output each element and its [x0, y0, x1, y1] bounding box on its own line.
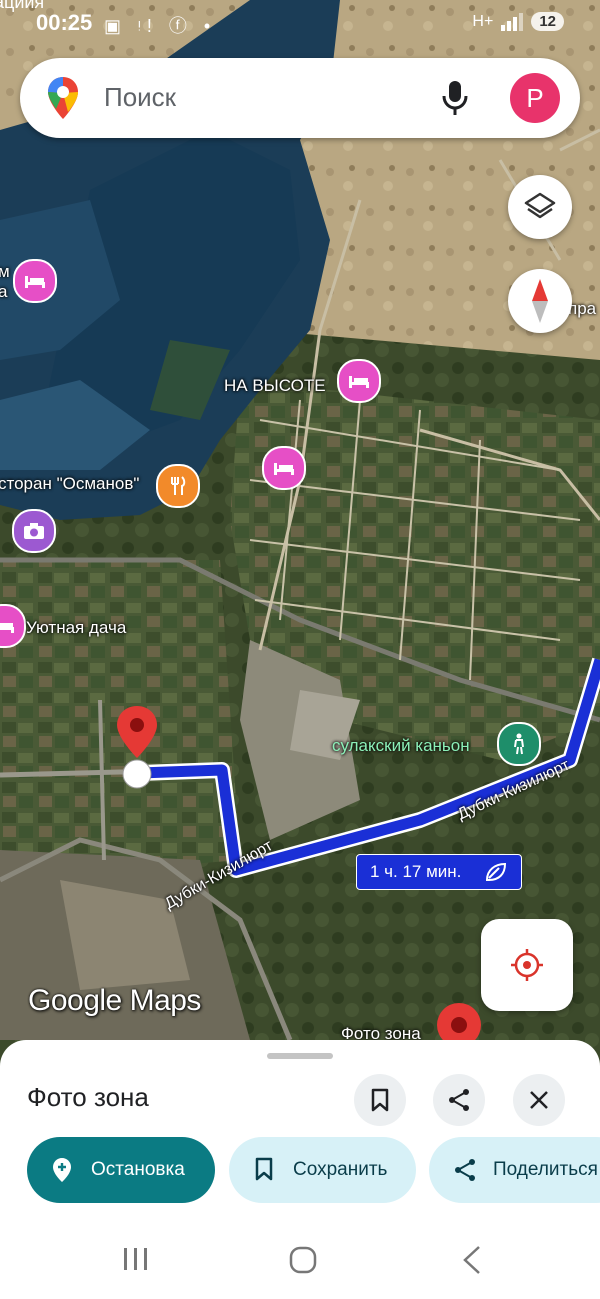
save-button[interactable]: Сохранить	[229, 1137, 416, 1203]
add-stop-label: Остановка	[91, 1159, 185, 1180]
layers-button[interactable]	[508, 175, 572, 239]
share-pill-button[interactable]: Поделиться	[429, 1137, 600, 1203]
avatar[interactable]: P	[510, 73, 560, 123]
share-button[interactable]	[433, 1074, 485, 1126]
map-edge-label: а	[0, 282, 8, 301]
google-maps-logo: Google Maps	[28, 984, 201, 1017]
restaurant-pin[interactable]	[156, 464, 200, 508]
place-label-restaurant: сторан "Османов"	[0, 474, 140, 493]
sheet-drag-handle[interactable]	[267, 1053, 333, 1059]
place-title: Фото зона	[27, 1082, 149, 1112]
place-label-uyutnaya-dacha: Уютная дача	[26, 618, 127, 637]
map-edge-label: м	[0, 262, 10, 281]
add-stop-button[interactable]: Остановка	[27, 1137, 215, 1203]
bed-icon	[274, 463, 294, 475]
bed-icon	[349, 376, 369, 388]
my-location-button[interactable]	[481, 919, 573, 1011]
map-edge-label: пра	[568, 299, 597, 318]
status-right: H+ 12	[472, 12, 564, 31]
eco-leaf-icon	[485, 862, 507, 881]
hotel-pin[interactable]	[13, 259, 57, 303]
share-icon	[455, 1159, 475, 1181]
back-icon[interactable]	[461, 1245, 483, 1275]
bed-icon	[25, 276, 45, 288]
layers-icon	[524, 192, 556, 219]
battery-icon: 12	[531, 12, 564, 31]
bookmark-button[interactable]	[354, 1074, 406, 1126]
compass-icon	[532, 279, 548, 323]
close-icon	[530, 1091, 548, 1109]
bookmark-icon	[371, 1088, 389, 1112]
notification-icons: ▣ ᵎ! ⓕ •	[104, 16, 217, 36]
fork-knife-icon	[171, 476, 186, 495]
hotel-pin[interactable]	[337, 359, 381, 403]
search-bar[interactable]: Поиск P	[20, 58, 580, 138]
share-label: Поделиться	[493, 1159, 598, 1180]
camera-icon	[24, 523, 44, 539]
status-bar: ациия 00:25 ▣ ᵎ! ⓕ • H+ 12	[0, 0, 600, 46]
search-input[interactable]: Поиск	[104, 82, 176, 113]
bed-icon	[0, 623, 14, 633]
status-time: 00:25	[36, 10, 93, 35]
recent-apps-icon[interactable]	[122, 1246, 150, 1272]
place-label-na-vysote: НА ВЫСОТЕ	[224, 376, 326, 395]
hiking-icon	[514, 733, 524, 755]
home-icon[interactable]	[289, 1246, 317, 1274]
system-nav-bar	[0, 1219, 600, 1299]
signal-type: H+	[472, 12, 494, 30]
microphone-icon[interactable]	[442, 80, 468, 116]
photo-spot-pin[interactable]	[12, 509, 56, 553]
save-label: Сохранить	[293, 1159, 388, 1180]
hotel-pin[interactable]	[262, 446, 306, 490]
place-label-canyon: сулакский каньон	[332, 736, 470, 755]
add-location-icon	[53, 1158, 71, 1182]
signal-icon	[501, 12, 524, 31]
compass-button[interactable]	[508, 269, 572, 333]
google-maps-pin-icon	[48, 77, 78, 119]
crosshair-icon	[511, 949, 543, 981]
share-icon	[449, 1089, 469, 1111]
close-button[interactable]	[513, 1074, 565, 1126]
bookmark-icon	[255, 1157, 273, 1181]
destination-pin-icon[interactable]	[114, 704, 160, 790]
route-time-badge[interactable]: 1 ч. 17 мин.	[356, 854, 522, 890]
park-pin[interactable]	[497, 722, 541, 766]
route-time: 1 ч. 17 мин.	[370, 862, 462, 881]
